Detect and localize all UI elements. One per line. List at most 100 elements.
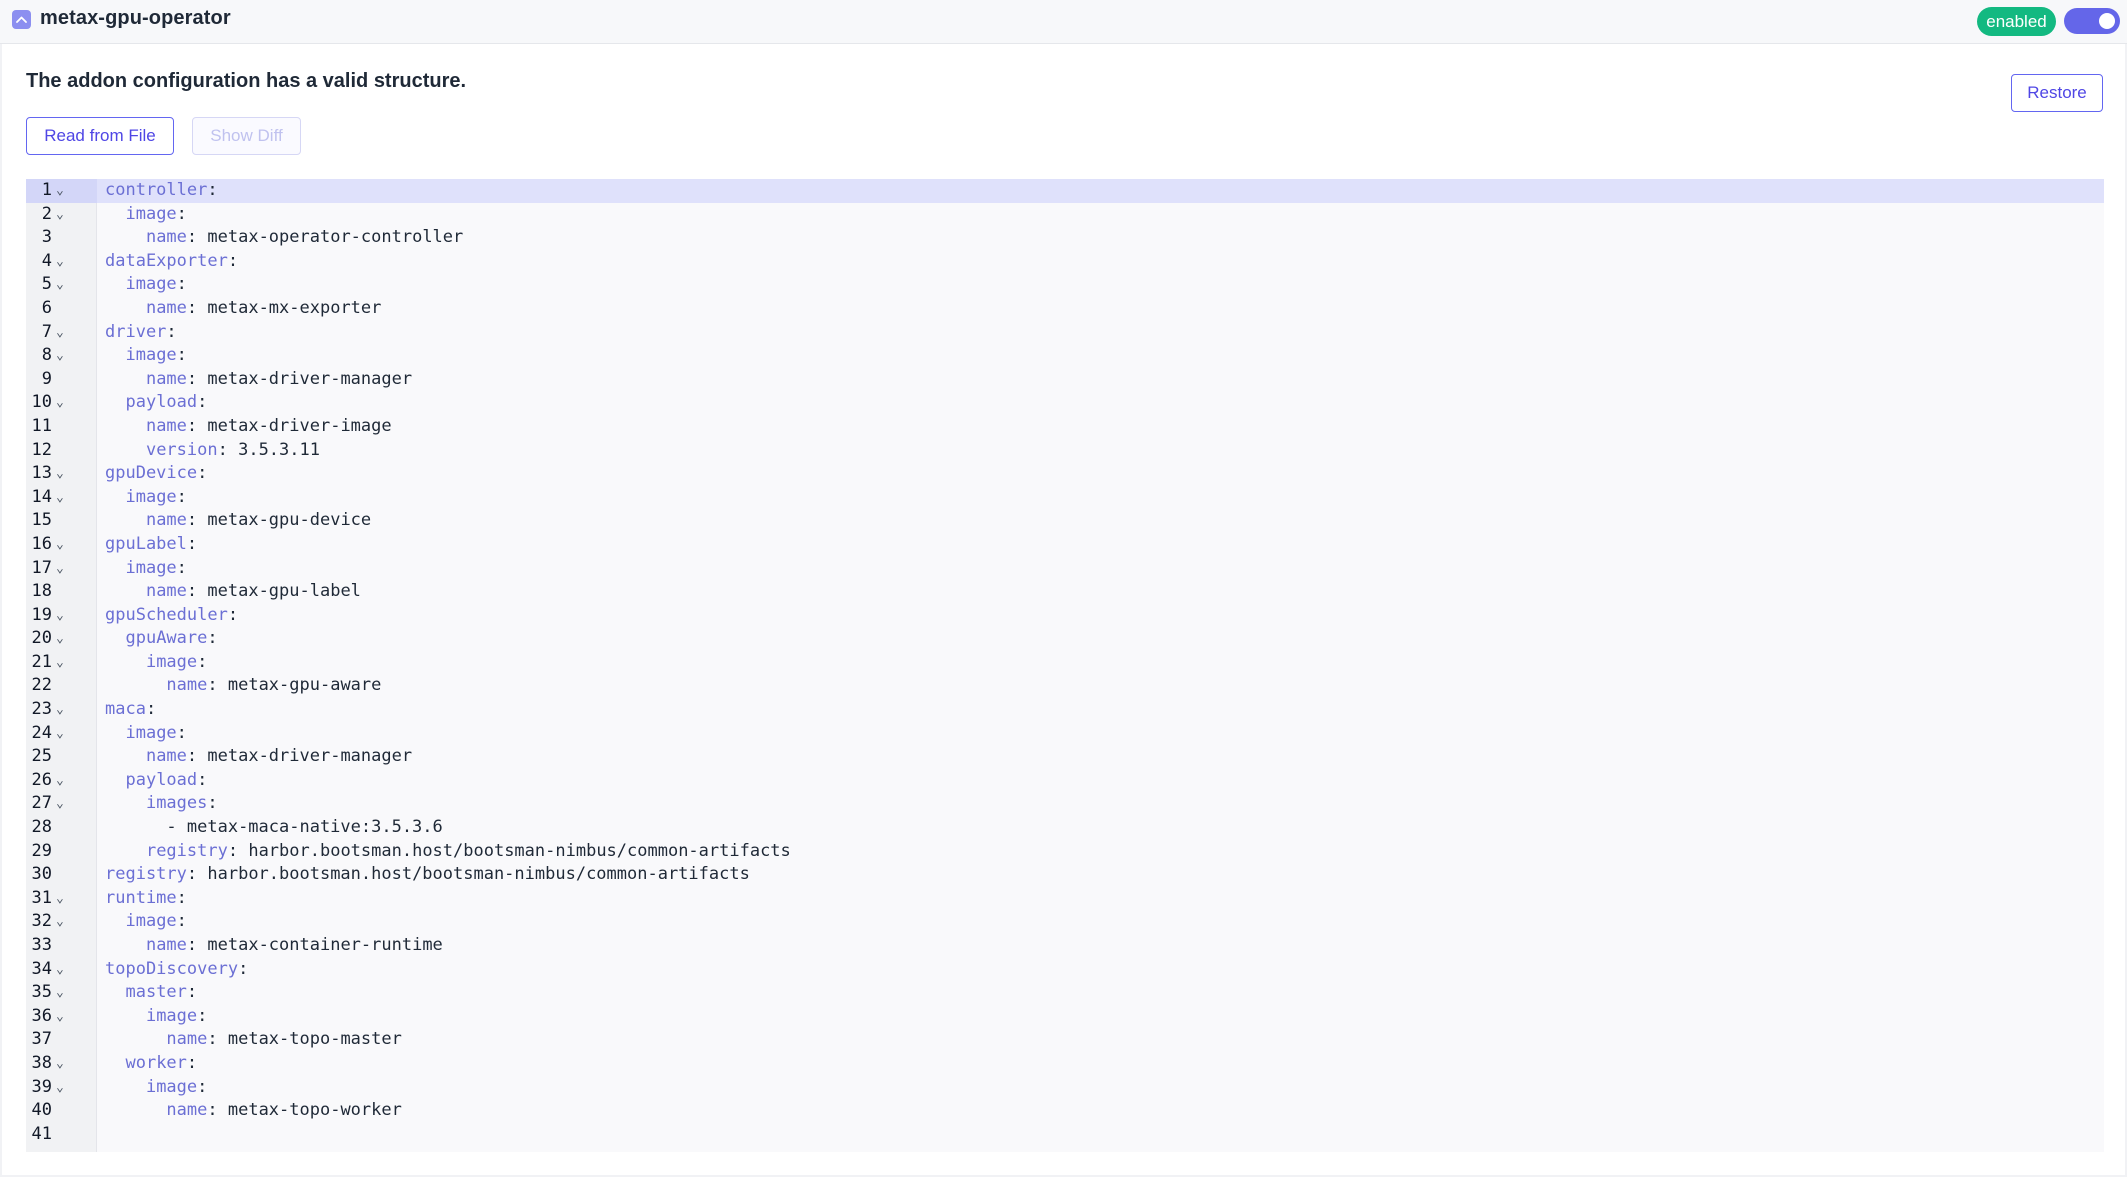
yaml-colon: : xyxy=(176,203,187,224)
fold-chevron-icon[interactable]: ⌄ xyxy=(56,462,64,486)
line-number: 1 xyxy=(41,180,52,200)
code-line[interactable]: 19 ⌄ gpuScheduler: xyxy=(26,604,2104,628)
code-line[interactable]: 25 name: metax-driver-manager xyxy=(26,745,2104,769)
code-text: version: 3.5.3.11 xyxy=(105,439,320,463)
yaml-colon: : xyxy=(176,911,187,932)
code-line[interactable]: 13 ⌄ gpuDevice: xyxy=(26,462,2104,486)
fold-chevron-icon[interactable]: ⌄ xyxy=(56,887,64,911)
yaml-value: metax-operator-controller xyxy=(197,227,464,248)
fold-chevron-icon[interactable]: ⌄ xyxy=(56,344,64,368)
code-line[interactable]: 9 name: metax-driver-manager xyxy=(26,368,2104,392)
chevron-up-icon[interactable] xyxy=(12,10,31,29)
line-number: 31 xyxy=(31,887,52,908)
code-line[interactable]: 33 name: metax-container-runtime xyxy=(26,934,2104,958)
code-line[interactable]: 32 ⌄ image: xyxy=(26,910,2104,934)
code-line[interactable]: 27 ⌄ images: xyxy=(26,792,2104,816)
fold-chevron-icon[interactable]: ⌄ xyxy=(56,627,64,651)
fold-chevron-icon[interactable]: ⌄ xyxy=(56,722,64,746)
code-line[interactable]: 24 ⌄ image: xyxy=(26,722,2104,746)
code-line[interactable]: 40 name: metax-topo-worker xyxy=(26,1099,2104,1123)
code-line[interactable]: 7 ⌄ driver: xyxy=(26,321,2104,345)
code-line[interactable]: 30 registry: harbor.bootsman.host/bootsma… xyxy=(26,863,2104,887)
code-line[interactable]: 6 name: metax-mx-exporter xyxy=(26,297,2104,321)
gutter-cell: 16 ⌄ xyxy=(26,533,97,557)
code-line[interactable]: 17 ⌄ image: xyxy=(26,557,2104,581)
fold-chevron-icon[interactable]: ⌄ xyxy=(56,792,64,816)
code-line[interactable]: 20 ⌄ gpuAware: xyxy=(26,627,2104,651)
code-line[interactable]: 11 name: metax-driver-image xyxy=(26,415,2104,439)
yaml-key: payload xyxy=(125,392,198,413)
code-line[interactable]: 3 name: metax-operator-controller xyxy=(26,226,2104,250)
fold-chevron-icon[interactable]: ⌄ xyxy=(56,604,64,628)
code-line[interactable]: 14 ⌄ image: xyxy=(26,486,2104,510)
code-line[interactable]: 10 ⌄ payload: xyxy=(26,391,2104,415)
code-line[interactable]: 38 ⌄ worker: xyxy=(26,1052,2104,1076)
code-line[interactable]: 12 version: 3.5.3.11 xyxy=(26,439,2104,463)
code-line[interactable]: 28 - metax-maca-native:3.5.3.6 xyxy=(26,816,2104,840)
line-number: 6 xyxy=(41,297,52,318)
gutter-cell: 28 xyxy=(26,816,97,840)
fold-chevron-icon[interactable]: ⌄ xyxy=(56,321,64,345)
yaml-value: metax-driver-image xyxy=(197,415,392,436)
fold-chevron-icon[interactable]: ⌄ xyxy=(56,391,64,415)
fold-chevron-icon[interactable]: ⌄ xyxy=(56,1005,64,1029)
code-line[interactable]: 26 ⌄ payload: xyxy=(26,769,2104,793)
code-line[interactable]: 15 name: metax-gpu-device xyxy=(26,509,2104,533)
code-text: name: metax-driver-image xyxy=(105,415,392,439)
code-line[interactable]: 36 ⌄ image: xyxy=(26,1005,2104,1029)
code-line[interactable]: 41 xyxy=(26,1123,2104,1147)
code-line[interactable]: 35 ⌄ master: xyxy=(26,981,2104,1005)
fold-chevron-icon[interactable]: ⌄ xyxy=(56,179,64,203)
code-line[interactable]: 31 ⌄ runtime: xyxy=(26,887,2104,911)
fold-chevron-icon[interactable]: ⌄ xyxy=(56,486,64,510)
code-line[interactable]: 8 ⌄ image: xyxy=(26,344,2104,368)
fold-chevron-icon[interactable]: ⌄ xyxy=(56,981,64,1005)
fold-chevron-icon[interactable]: ⌄ xyxy=(56,698,64,722)
code-line[interactable]: 16 ⌄ gpuLabel: xyxy=(26,533,2104,557)
fold-chevron-icon[interactable]: ⌄ xyxy=(56,651,64,675)
fold-chevron-icon[interactable]: ⌄ xyxy=(56,557,64,581)
fold-chevron-icon[interactable]: ⌄ xyxy=(56,1076,64,1100)
code-line[interactable]: 23 ⌄ maca: xyxy=(26,698,2104,722)
yaml-colon: : xyxy=(186,368,198,389)
fold-chevron-icon[interactable]: ⌄ xyxy=(56,273,64,297)
code-lines[interactable]: 1 ⌄ controller: 2 ⌄ image: 3 name: metax-oper… xyxy=(26,179,2104,1146)
yaml-editor[interactable]: 1 ⌄ controller: 2 ⌄ image: 3 name: metax-oper… xyxy=(26,179,2104,1152)
yaml-key: gpuAware xyxy=(125,628,208,649)
fold-chevron-icon[interactable]: ⌄ xyxy=(56,203,64,227)
yaml-value: metax-topo-worker xyxy=(217,1100,402,1121)
gutter-cell: 4 ⌄ xyxy=(26,250,97,274)
code-line[interactable]: 37 name: metax-topo-master xyxy=(26,1028,2104,1052)
fold-chevron-icon[interactable]: ⌄ xyxy=(56,958,64,982)
fold-chevron-icon[interactable]: ⌄ xyxy=(56,910,64,934)
fold-chevron-icon[interactable]: ⌄ xyxy=(56,769,64,793)
yaml-key: gpuScheduler xyxy=(105,604,228,625)
yaml-key: name xyxy=(145,935,187,955)
code-line[interactable]: 5 ⌄ image: xyxy=(26,273,2104,297)
yaml-value: metax-mx-exporter xyxy=(197,297,382,318)
code-line[interactable]: 29 registry: harbor.bootsman.host/bootsm… xyxy=(26,840,2104,864)
fold-chevron-icon[interactable]: ⌄ xyxy=(56,250,64,274)
code-line[interactable]: 1 ⌄ controller: xyxy=(26,179,2104,203)
fold-chevron-icon[interactable]: ⌄ xyxy=(56,533,64,557)
code-line[interactable]: 34 ⌄ topoDiscovery: xyxy=(26,958,2104,982)
enable-toggle[interactable] xyxy=(2064,8,2120,34)
line-number: 11 xyxy=(31,415,52,436)
fold-chevron-icon[interactable]: ⌄ xyxy=(56,1052,64,1076)
gutter-cell: 33 xyxy=(26,934,97,958)
show-diff-button[interactable]: Show Diff xyxy=(192,117,301,155)
code-line[interactable]: 21 ⌄ image: xyxy=(26,651,2104,675)
yaml-value: metax-topo-master xyxy=(217,1029,402,1050)
read-from-file-button[interactable]: Read from File xyxy=(26,117,174,155)
code-line[interactable]: 18 name: metax-gpu-label xyxy=(26,580,2104,604)
yaml-key: image xyxy=(125,722,177,743)
code-text: topoDiscovery: xyxy=(105,958,248,982)
code-line[interactable]: 22 name: metax-gpu-aware xyxy=(26,674,2104,698)
code-line[interactable]: 39 ⌄ image: xyxy=(26,1076,2104,1100)
yaml-key: image xyxy=(145,1005,198,1026)
restore-button[interactable]: Restore xyxy=(2011,74,2103,112)
code-line[interactable]: 4 ⌄ dataExporter: xyxy=(26,250,2104,274)
code-line[interactable]: 2 ⌄ image: xyxy=(26,203,2104,227)
